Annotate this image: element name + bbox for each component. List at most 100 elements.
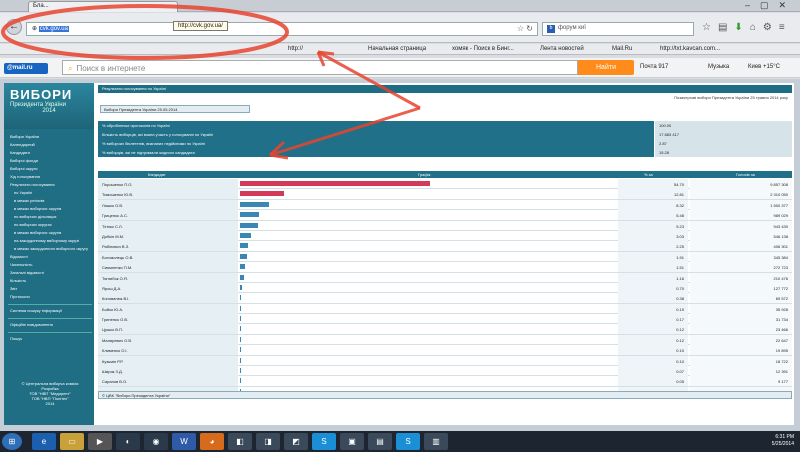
sidebar-item[interactable]: Протоколи (8, 293, 92, 301)
table-row: Тимошенко Ю.В. 12.81 2 310 050 (98, 189, 792, 200)
toolbar-icons[interactable]: ☆▤⬇⌂⚙≡ (702, 22, 792, 33)
candidate-name[interactable]: Гриненко О.В. (98, 314, 238, 325)
app-icon[interactable]: ◨ (256, 433, 280, 450)
sidebar-item[interactable]: Офіційні повідомлення (8, 318, 92, 329)
skype-icon[interactable]: S (396, 433, 420, 450)
candidate-votes: 69 572 (690, 293, 792, 304)
app-icon[interactable]: ▤ (368, 433, 392, 450)
reload-icon[interactable]: ☆ ↻ (517, 24, 533, 33)
mailru-logo[interactable]: @mail.ru (4, 63, 48, 74)
sidebar-item[interactable]: Вибори України (8, 133, 92, 141)
mailru-search-input[interactable]: ⌕ Поиск в интернете (62, 60, 578, 75)
sidebar-item[interactable]: Пошук (8, 332, 92, 343)
bookmark-item[interactable]: Mail.Ru (612, 46, 632, 52)
sidebar-item[interactable]: в межах виборчих округів (8, 205, 92, 213)
table-row: Цушко В.П. 0.12 23 466 (98, 324, 792, 335)
sidebar-item[interactable]: Кількість (8, 277, 92, 285)
sidebar-item[interactable]: Відомості (8, 253, 92, 261)
sidebar-item[interactable]: Система пошуку інформації (8, 304, 92, 315)
sidebar-item[interactable]: Кандидати (8, 149, 92, 157)
sidebar-item[interactable]: на закордонному виборчому окрузі (8, 237, 92, 245)
bookmark-star-icon[interactable]: ☆ (702, 22, 718, 33)
bookmark-item[interactable]: Начальная страница (368, 46, 426, 52)
sidebar-item[interactable]: Виборчі фонди (8, 157, 92, 165)
sidebar-item[interactable]: Чисельність (8, 261, 92, 269)
candidate-name[interactable]: Порошенко П.О. (98, 179, 238, 189)
find-button[interactable]: Найти (578, 60, 634, 75)
home-icon[interactable]: ⌂ (750, 22, 763, 33)
sidebar-item[interactable]: в межах регіонів (8, 197, 92, 205)
weather-link[interactable]: Киев +15°C (748, 64, 780, 70)
candidate-name[interactable]: Маляревич О.В. (98, 334, 238, 345)
app-icon[interactable]: ▣ (340, 433, 364, 450)
candidate-name[interactable]: Ляшко О.В. (98, 199, 238, 210)
bookmark-item[interactable]: Лента новостей (540, 46, 584, 52)
candidate-name[interactable]: Ярош Д.А. (98, 282, 238, 293)
skype-icon[interactable]: S (312, 433, 336, 450)
candidate-name[interactable]: Тягнибок О.Я. (98, 272, 238, 283)
sidebar-item[interactable]: Виборчі округи (8, 165, 92, 173)
sidebar-item[interactable]: Результати голосування (8, 181, 92, 189)
candidate-name[interactable]: Гриценко А.С. (98, 210, 238, 221)
system-clock[interactable]: 6:31 PM 5/25/2014 (772, 434, 794, 448)
firefox-icon[interactable]: ◕ (200, 433, 224, 450)
window-controls[interactable]: –▢✕ (745, 0, 796, 11)
browser-search-input[interactable]: b форум киї (542, 22, 694, 36)
settings-icon[interactable]: ⚙ (763, 22, 779, 33)
candidate-name[interactable]: Богомолець О.В. (98, 251, 238, 262)
bookmark-item[interactable]: http://txt.kavcan.com... (660, 46, 720, 52)
candidate-name[interactable]: Клименко О.І. (98, 345, 238, 356)
result-bar (240, 357, 241, 363)
sidebar-item[interactable]: Звіт (8, 285, 92, 293)
sidebar-item[interactable]: по виборчих дільницях (8, 213, 92, 221)
candidate-name[interactable]: Саранов В.О. (98, 376, 238, 387)
search-engine-icon[interactable]: b (547, 25, 555, 33)
address-bar[interactable]: ⊕ cvk.gov.ua http://cvk.gov.ua/ ☆ ↻ (26, 21, 538, 36)
sidebar-item[interactable]: в межах виборчих округів (8, 229, 92, 237)
sidebar-item[interactable]: по Україні (8, 189, 92, 197)
app-icon[interactable]: ◧ (228, 433, 252, 450)
media-icon[interactable]: ▶ (88, 433, 112, 450)
sidebar-item[interactable]: по виборчих округах (8, 221, 92, 229)
site-logo[interactable]: ВИБОРИ Президента України 2014 (4, 83, 94, 129)
candidate-pct: 0.10 (618, 355, 688, 366)
candidate-pct: 2.25 (618, 241, 688, 252)
result-bar (240, 201, 269, 207)
result-bar (240, 316, 241, 322)
result-bar (240, 191, 285, 197)
word-icon[interactable]: W (172, 433, 196, 450)
app-icon[interactable]: ◐ (116, 433, 140, 450)
bookmark-item[interactable]: хомяк - Поиск в Бинг... (452, 46, 514, 52)
candidate-name[interactable]: Шкіряк З.Д. (98, 366, 238, 377)
sidebar-item[interactable]: Загальні відомості (8, 269, 92, 277)
sidebar-item[interactable]: Календарний (8, 141, 92, 149)
candidate-name[interactable]: Тігіпко С.Л. (98, 220, 238, 231)
download-icon[interactable]: ⬇ (734, 22, 749, 33)
sidebar-item[interactable]: в межах закордонного виборчого округу (8, 245, 92, 253)
candidate-name[interactable]: Симоненко П.М. (98, 262, 238, 273)
candidate-name[interactable]: Кузьмін Р.Р. (98, 355, 238, 366)
back-button[interactable]: ← (6, 19, 22, 35)
ie-icon[interactable]: e (32, 433, 56, 450)
candidate-name[interactable]: Бойко Ю.А. (98, 303, 238, 314)
folder-icon[interactable]: ▭ (60, 433, 84, 450)
app-icon[interactable]: ◩ (284, 433, 308, 450)
candidate-name[interactable]: Коновалюк В.І. (98, 293, 238, 304)
candidate-name[interactable]: Рабінович В.З. (98, 241, 238, 252)
candidate-name[interactable]: Тимошенко Ю.В. (98, 189, 238, 200)
reading-list-icon[interactable]: ▤ (718, 22, 734, 33)
browser-tab[interactable]: Бла... (28, 1, 178, 12)
stat-value: 100.00 (655, 121, 792, 130)
sidebar-item[interactable]: Хід голосування (8, 173, 92, 181)
candidate-name[interactable]: Добкін М.М. (98, 230, 238, 241)
music-link[interactable]: Музыка (708, 64, 729, 70)
candidate-name[interactable]: Цушко В.П. (98, 324, 238, 335)
start-button[interactable]: ⊞ (2, 433, 22, 450)
chrome-icon[interactable]: ◉ (144, 433, 168, 450)
bookmark-item[interactable]: http:// (288, 46, 303, 52)
table-row: Кузьмін Р.Р. 0.10 18 722 (98, 355, 792, 367)
mail-link[interactable]: Почта 917 (640, 64, 668, 70)
candidate-votes: 1 500 377 (690, 199, 792, 210)
app-icon[interactable]: ▥ (424, 433, 448, 450)
menu-icon[interactable]: ≡ (779, 22, 792, 33)
